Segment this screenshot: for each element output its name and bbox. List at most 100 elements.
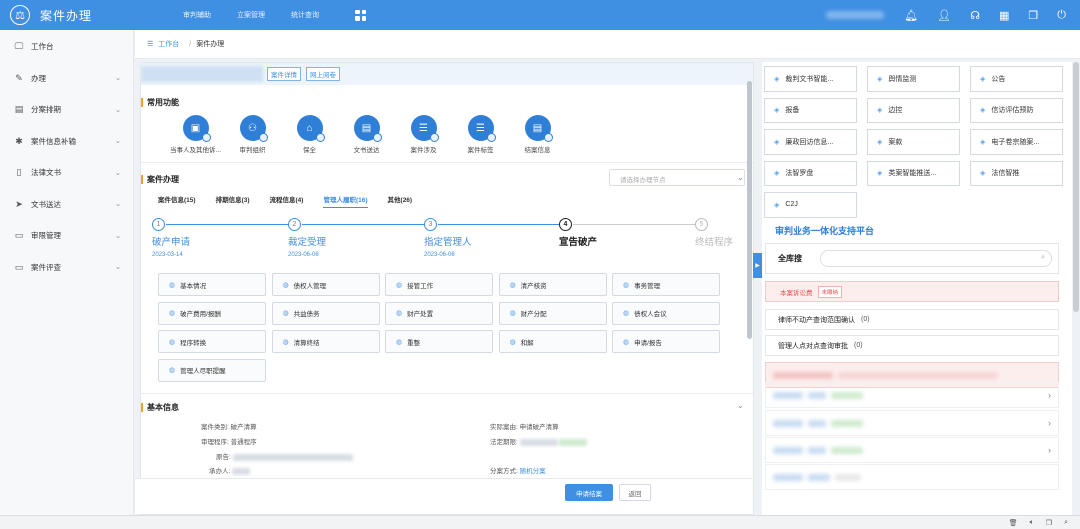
- op-button[interactable]: ◍ 财产处置: [385, 301, 493, 325]
- op-button[interactable]: ◍ 重整: [385, 330, 493, 353]
- zoom-icon[interactable]: ⌕: [1064, 519, 1068, 527]
- func-case-tag[interactable]: ☰ 案件标签: [452, 115, 509, 154]
- apps-grid-icon[interactable]: [355, 9, 366, 21]
- op-button[interactable]: ◍ 基本情况: [158, 273, 266, 296]
- row-count: (0): [854, 342, 863, 349]
- quick-link[interactable]: ◈ 廉政回访信息...: [764, 129, 857, 155]
- tab-other[interactable]: 其他(26): [388, 194, 413, 208]
- redacted-row[interactable]: ›: [765, 410, 1059, 436]
- step-name: 裁定受理: [288, 237, 327, 248]
- op-label: 共益债务: [293, 311, 320, 318]
- search-input[interactable]: ⌕: [820, 250, 1052, 267]
- main-scrollbar[interactable]: [747, 81, 752, 339]
- globe-icon: ◍: [396, 310, 403, 317]
- globe-icon: ◍: [396, 281, 403, 289]
- topnav-item[interactable]: 统计查询: [291, 10, 319, 20]
- quick-link[interactable]: ◈ C2J: [764, 192, 857, 218]
- func-doc-delivery[interactable]: ▤ 文书送达: [338, 115, 395, 154]
- func-trial-org[interactable]: ⚇ 审判组织: [224, 115, 281, 154]
- breadcrumb-home[interactable]: 工作台: [158, 39, 179, 49]
- tab-manager-duty[interactable]: 管理人履职(16): [323, 194, 368, 208]
- headset-icon[interactable]: ☊: [970, 9, 980, 22]
- sidebar-item-case-info[interactable]: ✱ 案件信息补输 ⌄: [0, 126, 133, 158]
- step-number: 3: [424, 218, 437, 231]
- op-button[interactable]: ◍ 共益债务: [271, 301, 380, 325]
- op-button[interactable]: ◍ 债权人会议: [612, 301, 720, 325]
- quick-link[interactable]: ◈ 法信智推: [970, 160, 1063, 186]
- quick-link[interactable]: ◈ 信访评估预防: [970, 97, 1063, 123]
- redacted-row[interactable]: [765, 464, 1059, 490]
- tab-case-info[interactable]: 案件信息(15): [158, 194, 196, 208]
- globe-icon: ◍: [282, 310, 289, 317]
- op-button[interactable]: ◍ 管理人尽职提醒: [158, 358, 266, 382]
- online-review-button[interactable]: 网上阅卷: [306, 67, 340, 81]
- speaker-icon[interactable]: 🔈︎: [1030, 519, 1034, 527]
- search-icon[interactable]: ⌕: [1041, 254, 1045, 262]
- sidebar-item-scheduling[interactable]: ▤ 分案排期 ⌄: [0, 94, 133, 126]
- field-deadline: 法定期限:: [490, 436, 588, 446]
- chevron-down-icon: ⌄: [115, 264, 121, 272]
- sidebar-item-label: 工作台: [31, 42, 54, 52]
- bell-icon[interactable]: 🔔︎: [904, 9, 918, 22]
- op-button[interactable]: ◍ 财产分配: [498, 301, 607, 325]
- window-icon[interactable]: ❐: [1028, 9, 1038, 22]
- redacted-value: [559, 438, 588, 446]
- op-button[interactable]: ◍ 接管工作: [385, 273, 493, 296]
- op-button[interactable]: ◍ 破产费用/报酬: [158, 301, 266, 325]
- team-icon: ⚇: [239, 115, 268, 142]
- quick-link[interactable]: ◈ 裁判文书智能...: [764, 66, 857, 92]
- tab-schedule[interactable]: 排期信息(3): [216, 194, 250, 208]
- topnav-item[interactable]: 立案管理: [237, 10, 265, 20]
- menu-icon[interactable]: ☰: [147, 40, 153, 48]
- quick-link[interactable]: ◈ 舆情监测: [867, 66, 960, 92]
- redacted-row[interactable]: ›: [765, 437, 1059, 463]
- sidebar-item-delivery[interactable]: ➤ 文书送达 ⌄: [0, 189, 133, 221]
- func-preservation[interactable]: ⌂ 保全: [281, 115, 338, 154]
- step-date: 2023-06-06: [424, 252, 455, 258]
- sidebar-item-legal-docs[interactable]: ▯ 法律文书 ⌄: [0, 157, 133, 189]
- op-button[interactable]: ◍ 事务管理: [612, 273, 720, 296]
- chevron-down-icon[interactable]: ⌄: [737, 173, 744, 182]
- field-value[interactable]: 随机分案: [520, 468, 546, 475]
- back-button[interactable]: 返回: [619, 484, 651, 501]
- right-scrollbar[interactable]: [1073, 62, 1079, 312]
- func-case-involved[interactable]: ☰ 案件涉及: [395, 115, 452, 154]
- op-button[interactable]: ◍ 清算终结: [271, 330, 380, 353]
- quick-link[interactable]: ◈ 电子卷宗随案...: [970, 129, 1063, 155]
- case-detail-button[interactable]: 案件详情: [267, 67, 301, 81]
- op-button[interactable]: ◍ 程序转换: [158, 330, 266, 353]
- quick-link[interactable]: ◈ 法智罗盘: [764, 160, 857, 186]
- redacted-row[interactable]: ›: [765, 382, 1059, 408]
- cube-icon: ◈: [774, 170, 780, 178]
- sidebar-item-review[interactable]: ▭ 案件评查 ⌄: [0, 252, 133, 284]
- tab-process[interactable]: 流程信息(4): [270, 194, 304, 208]
- panel-toggle-icon[interactable]: ▶: [753, 253, 762, 278]
- globe-icon: ◍: [169, 338, 176, 346]
- stage-select[interactable]: 请选择办理节点: [609, 169, 745, 186]
- top-bar: ⚖ 案件办理 审判辅助 立案管理 统计查询 🔔︎ 👤︎ ☊ ▦ ❐ ⏻: [0, 0, 1080, 30]
- list-item[interactable]: 管理人点对点查询审批 (0): [765, 335, 1059, 356]
- quick-link[interactable]: ◈ 类案智能推送...: [867, 160, 960, 186]
- calendar-icon[interactable]: ▦: [999, 9, 1009, 22]
- op-button[interactable]: ◍ 债权人管理: [271, 273, 380, 296]
- chevron-down-icon[interactable]: ⌄: [737, 401, 744, 410]
- op-button[interactable]: ◍ 和解: [498, 330, 607, 353]
- copy-icon[interactable]: ❐: [1046, 519, 1052, 527]
- sidebar-item-workbench[interactable]: 🖵︎ 工作台: [0, 31, 133, 63]
- quick-link[interactable]: ◈ 报备: [764, 97, 857, 123]
- quick-link[interactable]: ◈ 公告: [970, 66, 1063, 92]
- list-item[interactable]: 律师不动产查询范围确认 (0): [765, 309, 1059, 330]
- trash-icon[interactable]: 🗑︎: [1009, 519, 1018, 527]
- sidebar-item-handle[interactable]: ✎ 办理 ⌄: [0, 63, 133, 95]
- topnav-item[interactable]: 审判辅助: [183, 10, 211, 20]
- close-icon[interactable]: ⏻: [1057, 9, 1066, 22]
- sidebar-item-deadline[interactable]: ▭ 审限管理 ⌄: [0, 220, 133, 252]
- apply-close-button[interactable]: 申请结案: [565, 484, 613, 501]
- op-button[interactable]: ◍ 清产核资: [498, 273, 607, 296]
- func-closing-info[interactable]: ▤ 结案信息: [509, 115, 566, 154]
- quick-link[interactable]: ◈ 边控: [867, 97, 960, 123]
- quick-link[interactable]: ◈ 案款: [867, 129, 960, 155]
- func-parties[interactable]: ▣ 当事人及其他诉...: [167, 115, 224, 154]
- user-icon[interactable]: 👤︎: [937, 9, 951, 22]
- op-button[interactable]: ◍ 申请/报告: [612, 330, 720, 353]
